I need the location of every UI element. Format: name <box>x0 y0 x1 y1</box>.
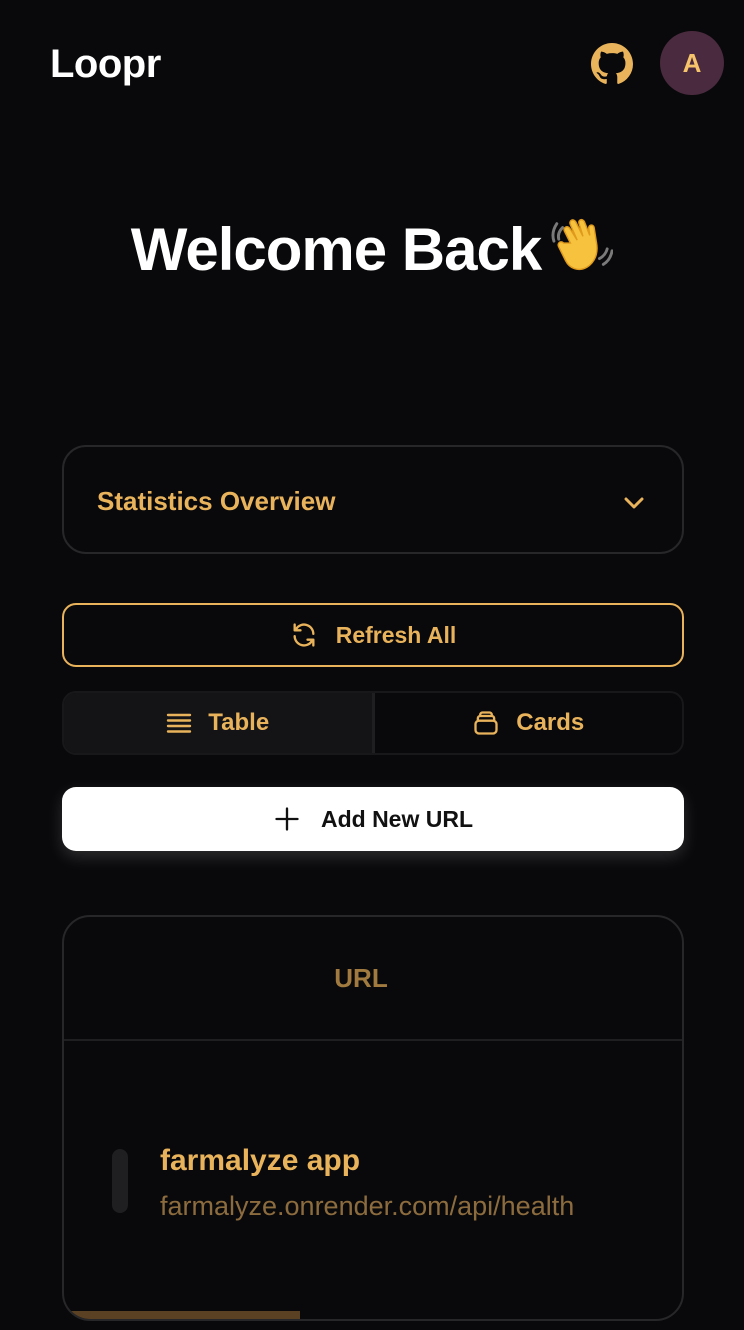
status-indicator <box>112 1149 128 1213</box>
statistics-overview-panel[interactable]: Statistics Overview <box>62 445 684 554</box>
github-icon <box>591 43 633 84</box>
github-link[interactable] <box>588 40 636 88</box>
page: Loopr A Welcome Back Statistics Overview <box>0 0 744 1330</box>
refresh-all-label: Refresh All <box>335 621 457 648</box>
url-address[interactable]: farmalyze.onrender.com/api/health <box>160 1189 574 1223</box>
add-new-url-button[interactable]: Add New URL <box>62 787 684 851</box>
top-nav: Loopr A <box>0 0 744 128</box>
avatar-initial: A <box>682 47 702 78</box>
waving-hand-icon <box>551 214 614 292</box>
chevron-down-icon[interactable] <box>622 495 646 516</box>
welcome-heading: Welcome Back <box>0 214 744 292</box>
column-header-url[interactable]: URL <box>64 963 658 994</box>
url-table: URL farmalyze app farmalyze.onrender.com… <box>62 915 684 1321</box>
view-toggle-table[interactable]: Table <box>64 693 375 753</box>
refresh-all-button[interactable]: Refresh All <box>62 603 684 667</box>
add-new-url-label: Add New URL <box>320 805 474 832</box>
table-row[interactable]: farmalyze app farmalyze.onrender.com/api… <box>64 1043 682 1319</box>
welcome-title: Welcome Back <box>130 216 542 283</box>
app-logo[interactable]: Loopr <box>50 40 161 88</box>
plus-icon <box>275 807 299 831</box>
view-toggle-cards-label: Cards <box>516 709 585 736</box>
refresh-icon <box>293 623 315 647</box>
view-toggle-table-label: Table <box>208 709 270 736</box>
view-toggle: Table Cards <box>62 691 684 755</box>
horizontal-scrollbar[interactable] <box>64 1311 300 1319</box>
table-header: URL <box>64 917 682 1041</box>
user-avatar[interactable]: A <box>660 31 724 95</box>
url-name[interactable]: farmalyze app <box>160 1143 360 1179</box>
view-toggle-cards[interactable]: Cards <box>375 693 683 753</box>
list-icon <box>167 713 192 733</box>
cards-icon <box>474 711 498 735</box>
statistics-overview-title: Statistics Overview <box>97 486 336 516</box>
